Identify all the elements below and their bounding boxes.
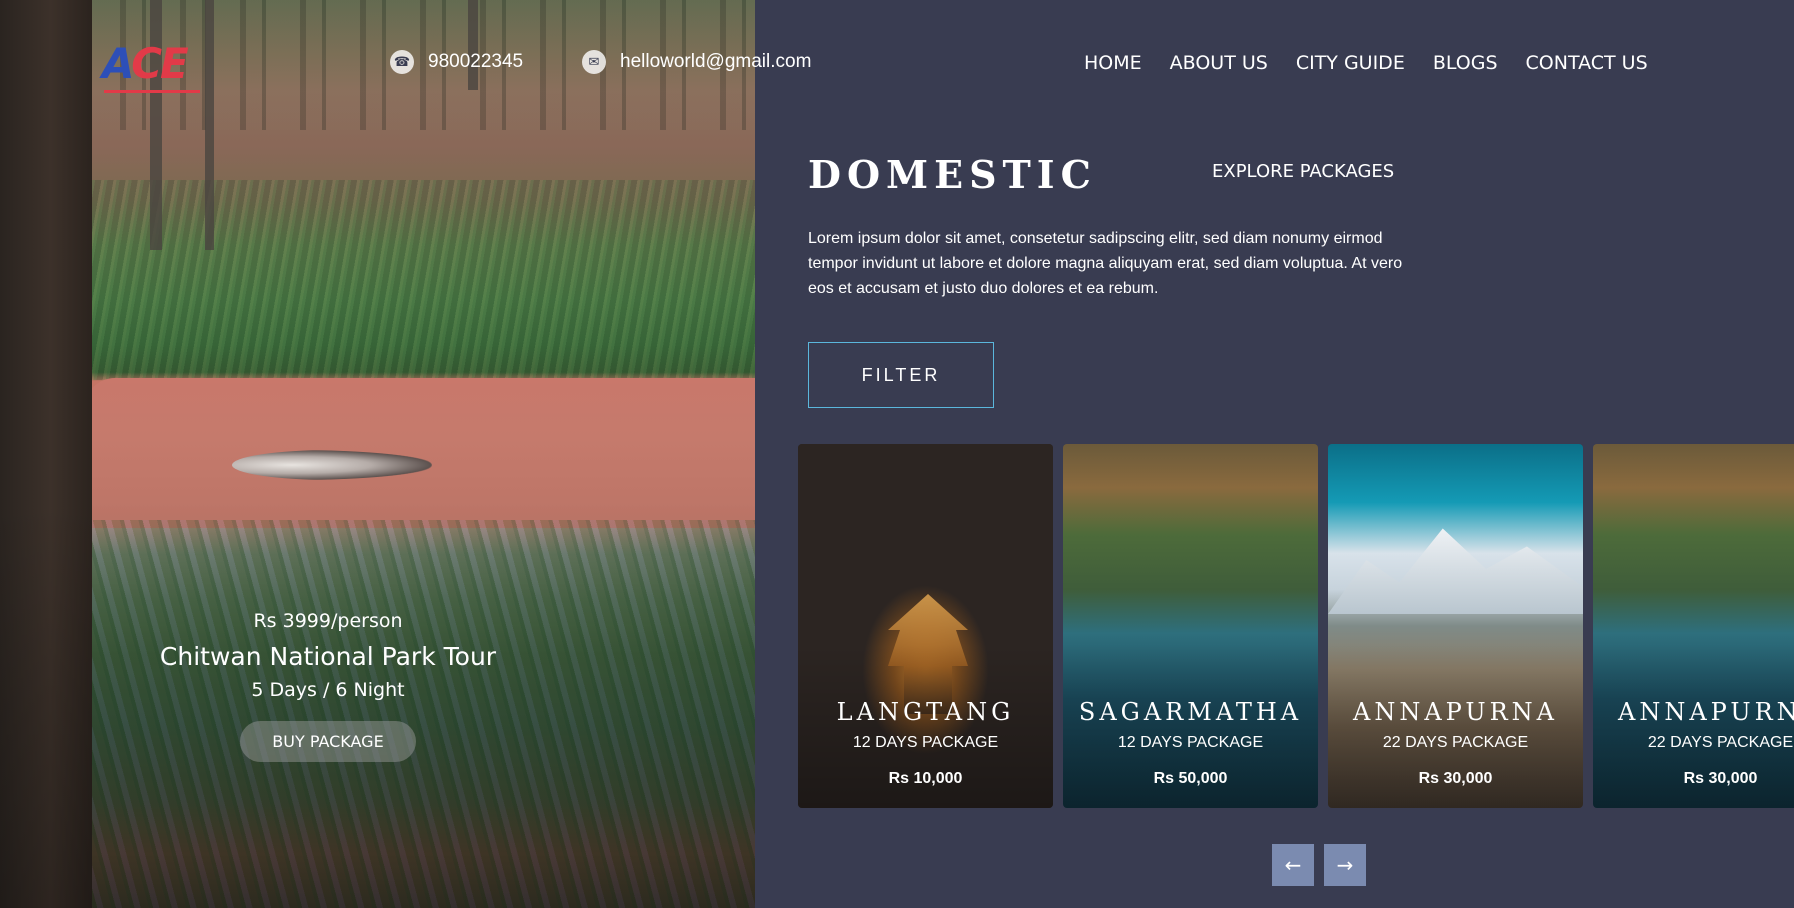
phone-number: 980022345 [428, 51, 524, 72]
section-heading: DOMESTIC [808, 152, 1097, 197]
explore-packages-link[interactable]: EXPLORE PACKAGES [1212, 161, 1394, 182]
card-price: Rs 50,000 [1153, 770, 1228, 787]
phone-icon: ☎ [390, 50, 414, 74]
hero-image [0, 0, 755, 908]
main-nav: HOME ABOUT US CITY GUIDE BLOGS CONTACT U… [1084, 52, 1648, 74]
package-card-annapurna[interactable]: ANNAPURNA 22 DAYS PACKAGE Rs 30,000 [1328, 444, 1583, 808]
package-card-annapurna-2[interactable]: ANNAPURNA 22 DAYS PACKAGE Rs 30,000 [1593, 444, 1794, 808]
hero-duration: 5 Days / 6 Night [251, 679, 405, 701]
card-title: SAGARMATHA [1078, 698, 1303, 726]
brand-logo[interactable]: ACE [102, 34, 212, 94]
contact-email[interactable]: ✉ helloworld@gmail.com [582, 50, 811, 74]
hero-price: Rs 3999/person [253, 610, 403, 632]
nav-blogs[interactable]: BLOGS [1433, 52, 1498, 74]
package-card-sagarmatha[interactable]: SAGARMATHA 12 DAYS PACKAGE Rs 50,000 [1063, 444, 1318, 808]
contact-phone[interactable]: ☎ 980022345 [390, 50, 523, 74]
next-button[interactable]: → [1324, 844, 1366, 886]
buy-package-button[interactable]: BUY PACKAGE [240, 721, 416, 762]
package-card-langtang[interactable]: LANGTANG 12 DAYS PACKAGE Rs 10,000 [798, 444, 1053, 808]
logo-mark: ACE [102, 39, 189, 88]
nav-city-guide[interactable]: CITY GUIDE [1296, 52, 1405, 74]
card-title: LANGTANG [836, 698, 1015, 726]
hero-tour-info: Rs 3999/person Chitwan National Park Tou… [150, 610, 506, 762]
card-title: ANNAPURNA [1617, 698, 1794, 726]
section-description: Lorem ipsum dolor sit amet, consetetur s… [808, 230, 1403, 297]
nav-contact-us[interactable]: CONTACT US [1526, 52, 1648, 74]
card-price: Rs 10,000 [888, 770, 963, 787]
carousel-controls: ← → [1272, 844, 1366, 886]
card-price: Rs 30,000 [1683, 770, 1758, 787]
nav-home[interactable]: HOME [1084, 52, 1142, 74]
hero-title: Chitwan National Park Tour [159, 642, 497, 671]
card-package: 22 DAYS PACKAGE [1647, 734, 1794, 751]
prev-button[interactable]: ← [1272, 844, 1314, 886]
card-package: 22 DAYS PACKAGE [1382, 734, 1529, 751]
arrow-right-icon: → [1336, 853, 1354, 877]
envelope-icon: ✉ [582, 50, 606, 74]
filter-button[interactable]: FILTER [808, 342, 994, 408]
card-package: 12 DAYS PACKAGE [852, 734, 999, 751]
email-address: helloworld@gmail.com [620, 51, 812, 72]
card-price: Rs 30,000 [1418, 770, 1493, 787]
package-carousel: LANGTANG 12 DAYS PACKAGE Rs 10,000 SAGAR… [798, 444, 1794, 809]
card-package: 12 DAYS PACKAGE [1117, 734, 1264, 751]
nav-about-us[interactable]: ABOUT US [1170, 52, 1268, 74]
arrow-left-icon: ← [1284, 853, 1302, 877]
card-title: ANNAPURNA [1352, 698, 1559, 726]
